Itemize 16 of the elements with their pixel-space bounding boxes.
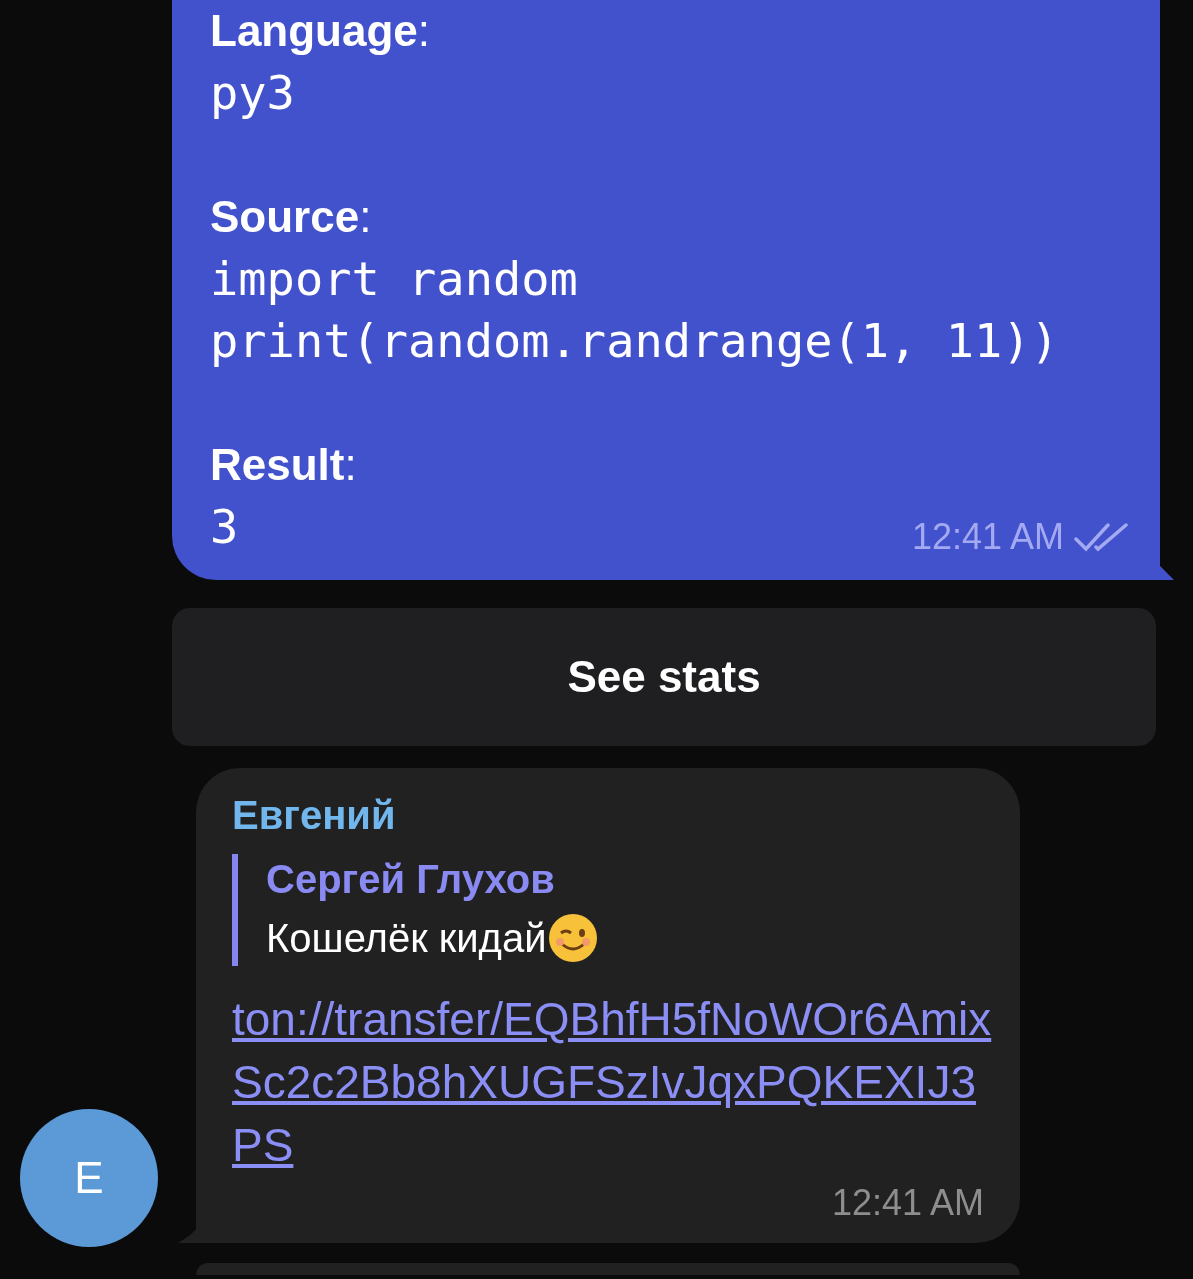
sender-name: Евгений [232,792,396,839]
field-label: Language: [210,5,431,57]
code-line: py3 [210,64,295,122]
wink-emoji-icon [546,912,599,964]
code-line: print(random.randrange(1, 11)) [210,312,1059,370]
transfer-link[interactable]: ton://transfer/EQBhfH5fNoWOr6AmixSc2c2Bb8hXUGFSzIvJqxPQKEXIJ3PS [232,988,992,1177]
message-time: 12:41 AM [911,516,1064,558]
reply-text: Кошелёк кидай [266,915,547,962]
code-line: import random [210,250,578,308]
see-stats-button[interactable]: See stats [172,608,1156,746]
message-time: 12:41 AM [831,1181,984,1225]
field-label: Source: [210,191,372,243]
reply-author: Сергей Глухов [266,856,555,903]
code-line: 3 [210,498,239,556]
reply-quote[interactable]: Сергей Глухов Кошелёк кидай [232,854,984,966]
field-label: Result: [210,439,357,491]
